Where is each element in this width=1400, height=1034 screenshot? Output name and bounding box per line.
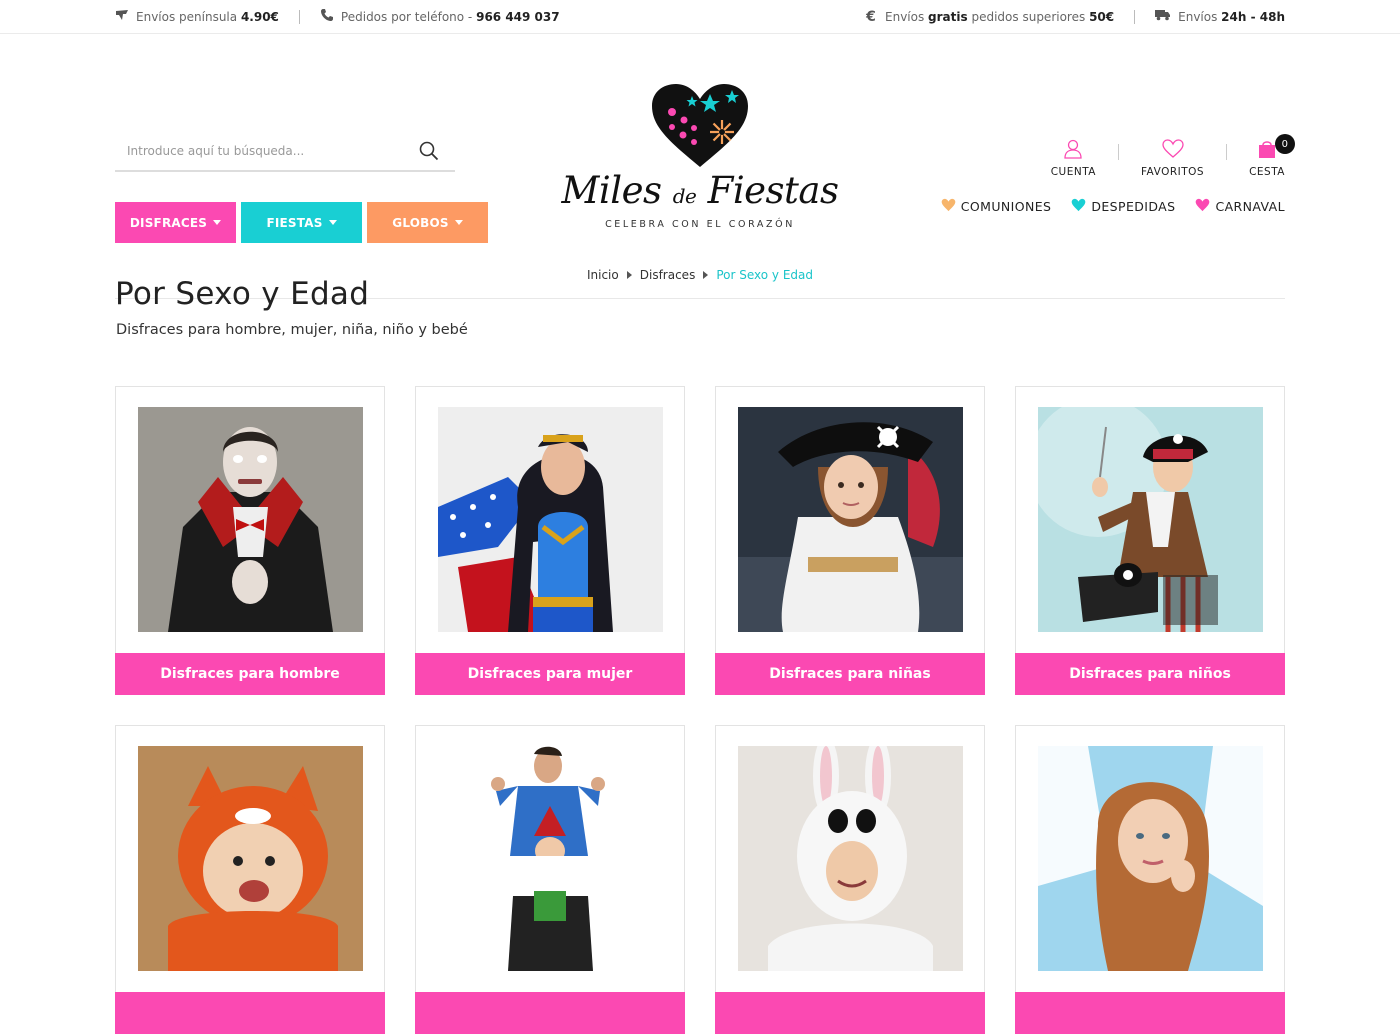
phone-number[interactable]: 966 449 037 — [476, 10, 560, 24]
delivery-time-info: Envíos 24h - 48h — [1155, 9, 1285, 25]
superhero-woman-photo[interactable] — [438, 407, 663, 632]
heart-icon — [1195, 198, 1210, 215]
category-label[interactable]: Disfraces para hombre — [115, 653, 385, 695]
category-label[interactable]: Disfraces para niños — [1015, 653, 1285, 695]
heart-icon — [941, 198, 956, 215]
search-icon[interactable] — [419, 141, 439, 161]
nav-disfraces-label: DISFRACES — [129, 215, 208, 230]
cart-button[interactable]: 0 CESTA — [1249, 134, 1295, 178]
favorites-button[interactable]: FAVORITOS — [1141, 138, 1204, 178]
nav-fiestas-button[interactable]: FIESTAS — [241, 202, 362, 243]
breadcrumb-parent-link[interactable]: Disfraces — [640, 268, 696, 282]
category-card[interactable]: Disfraces para mujer — [415, 386, 685, 695]
category-label[interactable] — [1015, 992, 1285, 1034]
top-info-bar: Envíos península 4.90€ Pedidos por teléf… — [0, 0, 1400, 34]
heart-icon — [1071, 198, 1086, 215]
delivery-label: Envíos — [1178, 10, 1218, 24]
theme-carnaval-label: CARNAVAL — [1215, 199, 1285, 214]
nav-disfraces-button[interactable]: DISFRACES — [115, 202, 236, 243]
cart-count-badge: 0 — [1275, 134, 1295, 154]
category-label[interactable]: Disfraces para niñas — [715, 653, 985, 695]
vampire-man-photo[interactable] — [138, 407, 363, 632]
theme-comuniones-label: COMUNIONES — [960, 199, 1052, 214]
category-card[interactable]: Disfraces para niños — [1015, 386, 1285, 695]
truck-icon — [1155, 9, 1171, 25]
brand-part-2: de — [672, 184, 697, 208]
bunny-costume-photo[interactable] — [738, 746, 963, 971]
chevron-right-icon — [703, 271, 709, 279]
free-shipping-info: € Envíos gratis pedidos superiores 50€ — [864, 9, 1114, 25]
divider — [1134, 10, 1136, 24]
category-label[interactable] — [415, 992, 685, 1034]
category-card[interactable]: Disfraces para niñas — [715, 386, 985, 695]
search-input[interactable] — [115, 144, 405, 158]
category-label[interactable]: Disfraces para mujer — [415, 653, 685, 695]
caret-down-icon — [213, 220, 222, 225]
shipping-info: Envíos península 4.90€ — [115, 9, 279, 25]
category-card[interactable] — [415, 725, 685, 1034]
page-subtitle: Disfraces para hombre, mujer, niña, niño… — [116, 322, 468, 338]
category-card[interactable]: Disfraces para hombre — [115, 386, 385, 695]
category-grid: Disfraces para hombre Disfraces para muj… — [115, 386, 1285, 1034]
breadcrumb-home-link[interactable]: Inicio — [587, 268, 619, 282]
heart-logo-icon — [652, 84, 748, 167]
page-title: Por Sexo y Edad — [115, 276, 370, 312]
theme-links: COMUNIONES DESPEDIDAS CARNAVAL — [941, 198, 1285, 215]
phone-label: Pedidos por teléfono - — [340, 10, 473, 24]
shipping-price: 4.90€ — [240, 10, 279, 24]
free-shipping-mid: pedidos superiores — [971, 10, 1086, 24]
favorites-label: FAVORITOS — [1140, 166, 1205, 178]
divider — [1226, 144, 1228, 160]
phone-info: Pedidos por teléfono - 966 449 037 — [320, 8, 560, 26]
theme-despedidas-label: DESPEDIDAS — [1091, 199, 1176, 214]
category-card[interactable] — [715, 725, 985, 1034]
account-button[interactable]: CUENTA — [1051, 138, 1096, 178]
search-bar — [115, 132, 455, 172]
category-card[interactable] — [1015, 725, 1285, 1034]
euro-icon: € — [866, 9, 876, 25]
nav-globos-label: GLOBOS — [392, 215, 449, 230]
category-label[interactable] — [715, 992, 985, 1034]
fox-baby-photo[interactable] — [138, 746, 363, 971]
divider — [1117, 144, 1119, 160]
heart-icon — [1161, 138, 1184, 160]
brand-part-3: Fiestas — [707, 169, 839, 212]
account-links: CUENTA FAVORITOS 0 CESTA — [1051, 134, 1295, 178]
theme-comuniones-link[interactable]: COMUNIONES — [941, 198, 1052, 215]
category-nav: DISFRACES FIESTAS GLOBOS — [115, 202, 488, 243]
shopping-bag-icon — [1258, 138, 1276, 160]
category-card[interactable] — [115, 725, 385, 1034]
divider — [298, 10, 300, 24]
delivery-icon — [115, 9, 129, 25]
account-label: CUENTA — [1050, 166, 1096, 178]
free-shipping-pre: Envíos — [885, 10, 925, 24]
theme-carnaval-link[interactable]: CARNAVAL — [1195, 198, 1285, 215]
pirate-boy-photo[interactable] — [1038, 407, 1263, 632]
breadcrumb-current: Por Sexo y Edad — [716, 268, 813, 282]
site-logo[interactable]: Miles de Fiestas CELEBRA CON EL CORAZÓN — [560, 82, 840, 242]
nav-fiestas-label: FIESTAS — [266, 215, 323, 230]
brand-part-1: Miles — [561, 169, 662, 212]
site-header: DISFRACES FIESTAS GLOBOS Miles de — [0, 34, 1400, 299]
user-icon — [1064, 138, 1082, 160]
caret-down-icon — [454, 220, 463, 225]
shipping-label: Envíos península — [136, 10, 238, 24]
phone-icon — [320, 8, 334, 26]
gnome-rider-photo[interactable] — [438, 746, 663, 971]
free-shipping-bold: gratis — [928, 10, 968, 24]
delivery-time: 24h - 48h — [1221, 10, 1285, 24]
brand-tagline: CELEBRA CON EL CORAZÓN — [605, 219, 795, 230]
chevron-right-icon — [626, 271, 632, 279]
nav-globos-button[interactable]: GLOBOS — [367, 202, 488, 243]
brand-name: Miles de Fiestas — [560, 172, 840, 209]
theme-despedidas-link[interactable]: DESPEDIDAS — [1071, 198, 1175, 215]
cart-label: CESTA — [1249, 166, 1285, 178]
category-label[interactable] — [115, 992, 385, 1034]
free-shipping-amount: 50€ — [1089, 10, 1115, 24]
angel-woman-photo[interactable] — [1038, 746, 1263, 971]
caret-down-icon — [328, 220, 337, 225]
pirate-girl-photo[interactable] — [738, 407, 963, 632]
